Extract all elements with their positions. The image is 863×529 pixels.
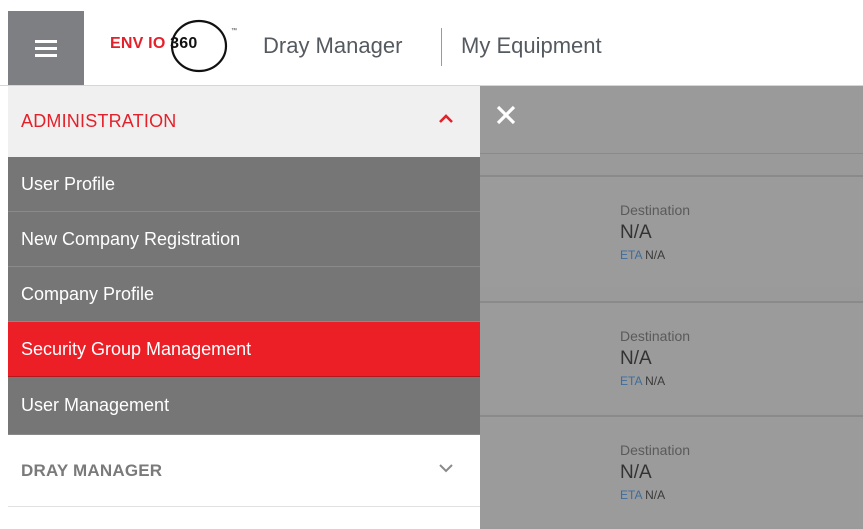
menu-item-label: Security Group Management bbox=[21, 338, 252, 359]
menu-item-user-profile[interactable]: User Profile bbox=[8, 157, 480, 212]
envio360-logo[interactable]: ENV IO 360 ™ bbox=[110, 18, 240, 74]
eta-label: ETA bbox=[620, 488, 642, 502]
menu-item-user-management[interactable]: User Management bbox=[8, 377, 480, 435]
destination-label: Destination bbox=[620, 202, 691, 218]
background-overlay: Destination N/A ETA N/A Destination N/A … bbox=[480, 86, 863, 529]
section-dray-manager[interactable]: DRAY MANAGER bbox=[8, 436, 480, 507]
destination-value: N/A bbox=[620, 348, 652, 369]
equipment-card[interactable]: Destination N/A ETA N/A bbox=[480, 175, 863, 287]
menu-item-label: Company Profile bbox=[21, 283, 155, 304]
section-administration-label: ADMINISTRATION bbox=[21, 111, 177, 131]
destination-label: Destination bbox=[620, 442, 691, 458]
menu-item-security-group-management[interactable]: Security Group Management bbox=[8, 322, 480, 377]
page-subtitle: My Equipment bbox=[461, 33, 602, 58]
menu-item-label: New Company Registration bbox=[21, 228, 241, 249]
hamburger-icon bbox=[35, 40, 57, 57]
menu-item-company-profile[interactable]: Company Profile bbox=[8, 267, 480, 322]
menu-item-new-company-registration[interactable]: New Company Registration bbox=[8, 212, 480, 267]
chevron-down-icon bbox=[439, 464, 453, 473]
eta-value: N/A bbox=[645, 374, 666, 388]
eta-row: ETA N/A bbox=[620, 248, 665, 262]
logo-text-number: 360 bbox=[170, 35, 198, 52]
page-title: Dray Manager bbox=[263, 33, 403, 58]
destination-value: N/A bbox=[620, 462, 652, 483]
side-menu: ADMINISTRATION User Profile New Company … bbox=[8, 86, 480, 529]
equipment-card[interactable]: Destination N/A ETA N/A bbox=[480, 415, 863, 527]
eta-value: N/A bbox=[645, 248, 666, 262]
overlay-header bbox=[480, 86, 863, 154]
destination-label: Destination bbox=[620, 328, 691, 344]
chevron-up-icon bbox=[439, 114, 453, 123]
trademark-mark: ™ bbox=[231, 28, 237, 34]
eta-row: ETA N/A bbox=[620, 488, 665, 502]
destination-value: N/A bbox=[620, 222, 652, 243]
logo-text-env: ENV bbox=[110, 35, 144, 52]
menu-item-label: User Management bbox=[21, 395, 170, 415]
app-header: ENV IO 360 ™ Dray Manager My Equipment bbox=[0, 0, 863, 86]
header-divider bbox=[441, 28, 442, 66]
eta-label: ETA bbox=[620, 374, 642, 388]
eta-row: ETA N/A bbox=[620, 374, 665, 388]
section-dray-manager-label: DRAY MANAGER bbox=[21, 461, 163, 480]
eta-label: ETA bbox=[620, 248, 642, 262]
eta-value: N/A bbox=[645, 488, 666, 502]
menu-item-label: User Profile bbox=[21, 173, 116, 194]
logo-text-o: O bbox=[152, 35, 166, 52]
menu-toggle-button[interactable] bbox=[8, 11, 84, 85]
equipment-card[interactable]: Destination N/A ETA N/A bbox=[480, 301, 863, 413]
close-icon[interactable] bbox=[493, 102, 519, 128]
section-administration[interactable]: ADMINISTRATION bbox=[8, 86, 480, 157]
